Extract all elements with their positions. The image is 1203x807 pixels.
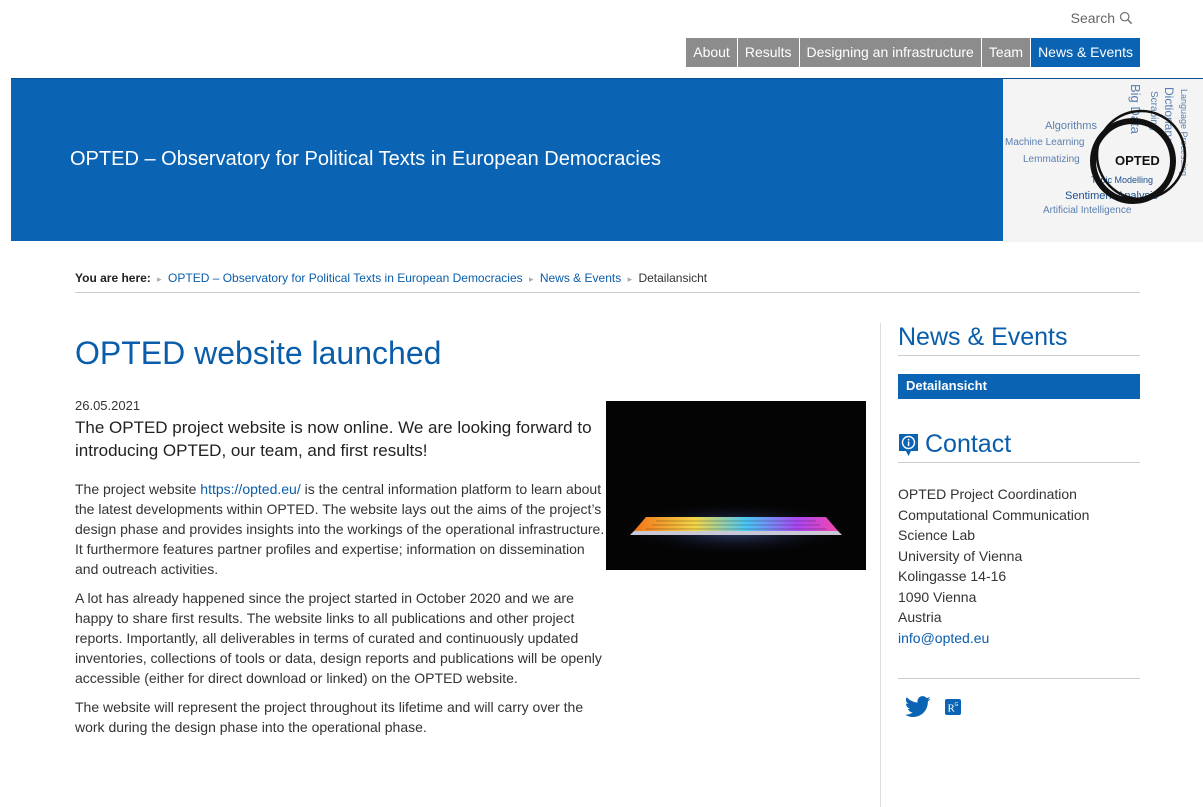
address-line: 1090 Vienna xyxy=(898,588,977,605)
article-image-laptop[interactable] xyxy=(606,401,866,570)
logo-word: Lemmatizing xyxy=(1023,154,1080,165)
breadcrumb: You are here: ▸ OPTED – Observatory for … xyxy=(75,271,1140,293)
search-link[interactable]: Search xyxy=(1071,10,1133,26)
svg-text:G: G xyxy=(955,702,959,708)
address-line: Kolingasse 14-16 xyxy=(898,568,1007,584)
address-line: University of Vienna xyxy=(898,547,1023,564)
breadcrumb-separator: ▸ xyxy=(528,274,534,284)
breadcrumb-prefix: You are here: xyxy=(75,271,151,285)
article-paragraph: The project website https://opted.eu/ is… xyxy=(75,479,605,579)
search-label: Search xyxy=(1070,10,1115,26)
logo-text: OPTED xyxy=(1115,153,1160,168)
logo-word: Artificial Intelligence xyxy=(1043,205,1132,216)
article-lead: The OPTED project website is now online.… xyxy=(75,418,592,460)
website-link[interactable]: https://opted.eu/ xyxy=(200,481,300,497)
address-line: Computational Communication xyxy=(898,506,1090,523)
address-line: Austria xyxy=(898,609,942,625)
article-title: OPTED website launched xyxy=(75,335,442,371)
opted-logo[interactable]: Algorithms Machine Learning Lemmatizing … xyxy=(1003,79,1203,242)
article-paragraph: The website will represent the project t… xyxy=(75,699,584,735)
info-icon xyxy=(899,433,918,456)
contact-email-link[interactable]: info@opted.eu xyxy=(898,630,989,646)
nav-item-news-events[interactable]: News & Events xyxy=(1030,38,1140,67)
logo-wordcloud: Algorithms Machine Learning Lemmatizing … xyxy=(1003,79,1203,242)
logo-word: Machine Learning xyxy=(1005,137,1085,148)
twitter-icon[interactable] xyxy=(905,696,931,718)
address-line: Science Lab xyxy=(898,527,976,543)
breadcrumb-separator: ▸ xyxy=(157,274,162,284)
breadcrumb-separator: ▸ xyxy=(627,274,633,284)
logo-word: Big Data xyxy=(1128,84,1143,135)
researchgate-icon[interactable]: RG xyxy=(945,699,961,715)
breadcrumb-link-news[interactable]: News & Events xyxy=(540,271,621,285)
sidebar-item-detailansicht[interactable]: Detailansicht xyxy=(898,374,1140,399)
paragraph-text: The project website xyxy=(75,481,201,497)
sidebar: News & Events Detailansicht Contact OPTE… xyxy=(880,323,1140,807)
nav-item-team[interactable]: Team xyxy=(980,38,1031,67)
article-paragraph: A lot has already happened since the pro… xyxy=(75,590,602,686)
main-nav: About Results Designing an infrastructur… xyxy=(686,38,1140,67)
news-events-heading: News & Events xyxy=(898,323,1140,356)
contact-address: OPTED Project Coordination Computational… xyxy=(898,484,1140,648)
header-banner: OPTED – Observatory for Political Texts … xyxy=(11,78,1203,242)
contact-heading-label: Contact xyxy=(925,430,1012,458)
laptop-illustration xyxy=(606,401,866,570)
contact-heading: Contact xyxy=(898,430,1140,463)
nav-item-about[interactable]: About xyxy=(686,38,737,67)
address-line: OPTED Project Coordination xyxy=(898,486,1077,502)
article: OPTED website launched 26.05.2021 The OP… xyxy=(75,335,605,746)
breadcrumb-current: Detailansicht xyxy=(638,271,708,285)
nav-item-results[interactable]: Results xyxy=(736,38,799,67)
social-links: RG xyxy=(898,678,1140,718)
nav-item-designing-infrastructure[interactable]: Designing an infrastructure xyxy=(798,38,981,67)
logo-word: Algorithms xyxy=(1045,120,1097,132)
article-date: 26.05.2021 xyxy=(75,398,141,413)
site-title[interactable]: OPTED – Observatory for Political Texts … xyxy=(70,148,661,171)
search-icon xyxy=(1119,11,1133,25)
breadcrumb-link-home[interactable]: OPTED – Observatory for Political Texts … xyxy=(168,271,523,285)
